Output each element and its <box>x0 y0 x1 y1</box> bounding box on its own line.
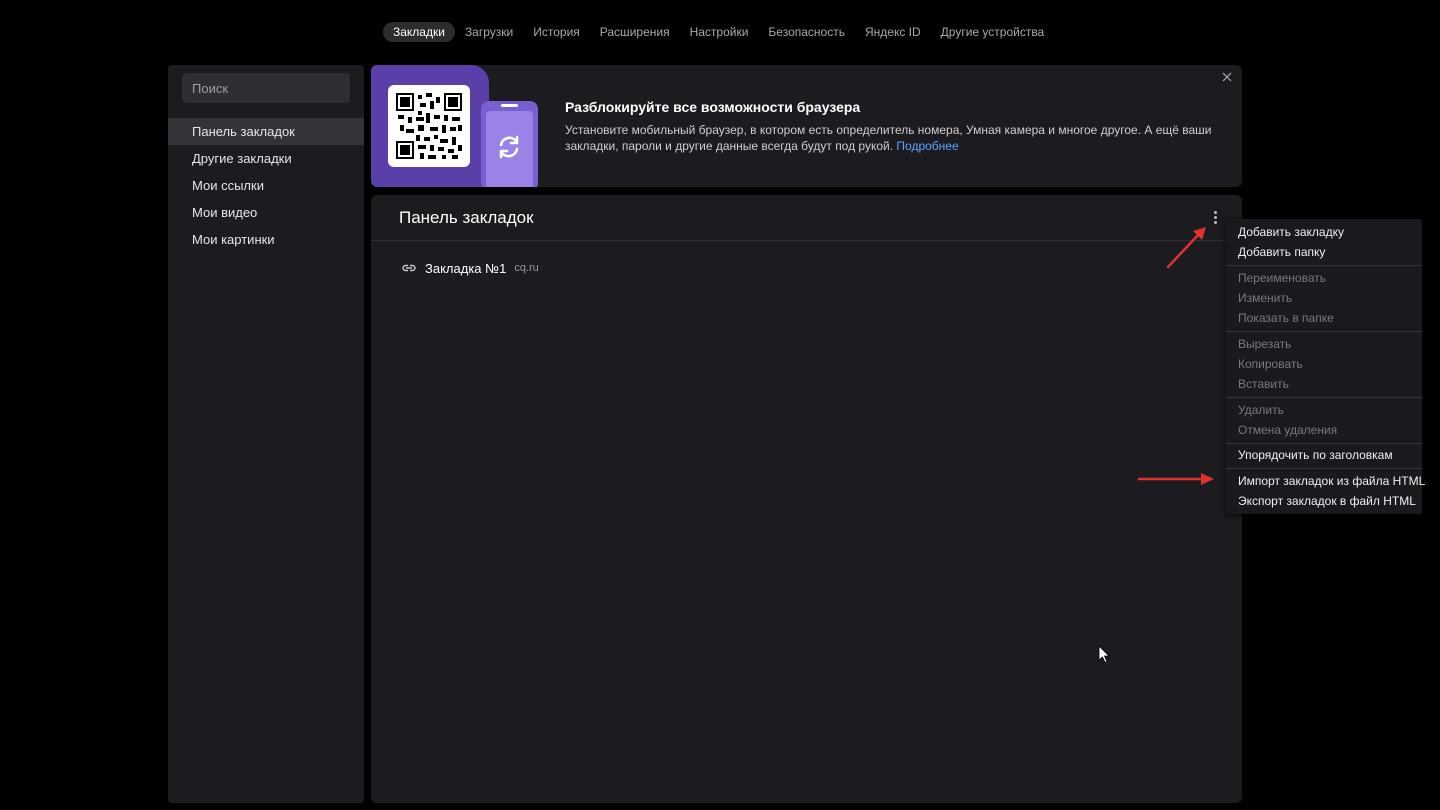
qr-code-icon <box>388 85 470 167</box>
bookmark-row[interactable]: Закладка №1 cq.ru <box>401 259 539 277</box>
more-options-icon[interactable] <box>1208 209 1222 227</box>
link-icon <box>402 264 416 272</box>
close-icon[interactable] <box>1220 70 1234 84</box>
tab-yandex-id[interactable]: Яндекс ID <box>855 22 931 42</box>
banner-description: Установите мобильный браузер, в котором … <box>565 123 1212 153</box>
banner-more-link[interactable]: Подробнее <box>896 139 958 153</box>
sidebar-item-other-bookmarks[interactable]: Другие закладки <box>168 145 364 172</box>
sidebar-item-my-images[interactable]: Мои картинки <box>168 226 364 253</box>
menu-import-html[interactable]: Импорт закладок из файла HTML <box>1238 472 1425 490</box>
tab-downloads[interactable]: Загрузки <box>455 22 523 42</box>
bookmark-title: Закладка №1 <box>425 260 507 276</box>
menu-cut[interactable]: Вырезать <box>1238 335 1291 353</box>
menu-separator <box>1226 397 1422 398</box>
tab-extensions[interactable]: Расширения <box>590 22 680 42</box>
tab-security[interactable]: Безопасность <box>758 22 855 42</box>
menu-separator <box>1226 331 1422 332</box>
menu-show-in-folder[interactable]: Показать в папке <box>1238 309 1334 327</box>
sidebar-list: Панель закладок Другие закладки Мои ссыл… <box>168 118 364 253</box>
banner-title: Разблокируйте все возможности браузера <box>565 99 861 115</box>
menu-export-html[interactable]: Экспорт закладок в файл HTML <box>1238 492 1416 510</box>
menu-separator <box>1226 443 1422 444</box>
tab-history[interactable]: История <box>523 22 590 42</box>
banner-illustration <box>371 65 489 187</box>
top-navigation: Закладки Загрузки История Расширения Нас… <box>383 22 1054 42</box>
menu-copy[interactable]: Копировать <box>1238 355 1303 373</box>
bookmarks-panel: Панель закладок Закладка №1 cq.ru <box>371 195 1242 803</box>
search-input[interactable] <box>182 73 350 103</box>
phone-icon <box>481 101 538 187</box>
sidebar: Панель закладок Другие закладки Мои ссыл… <box>168 65 364 803</box>
menu-add-folder[interactable]: Добавить папку <box>1238 243 1325 261</box>
menu-rename[interactable]: Переименовать <box>1238 269 1326 287</box>
bookmark-url: cq.ru <box>514 262 539 274</box>
divider <box>371 240 1242 241</box>
menu-edit[interactable]: Изменить <box>1238 289 1292 307</box>
tab-settings[interactable]: Настройки <box>680 22 759 42</box>
tab-bookmarks[interactable]: Закладки <box>383 22 455 42</box>
sidebar-item-my-links[interactable]: Мои ссылки <box>168 172 364 199</box>
context-menu: Добавить закладку Добавить папку Переиме… <box>1226 219 1425 514</box>
menu-separator <box>1226 265 1422 266</box>
sidebar-item-my-videos[interactable]: Мои видео <box>168 199 364 226</box>
banner-text: Установите мобильный браузер, в котором … <box>565 122 1225 154</box>
menu-delete[interactable]: Удалить <box>1238 401 1284 419</box>
sync-icon <box>499 135 519 159</box>
promo-banner: Разблокируйте все возможности браузера У… <box>371 65 1242 187</box>
menu-paste[interactable]: Вставить <box>1238 375 1289 393</box>
sidebar-item-bookmarks-bar[interactable]: Панель закладок <box>168 118 364 145</box>
menu-sort-by-title[interactable]: Упорядочить по заголовкам <box>1238 446 1393 464</box>
page-title: Панель закладок <box>399 208 534 227</box>
menu-undo-delete[interactable]: Отмена удаления <box>1238 421 1337 439</box>
tab-other-devices[interactable]: Другие устройства <box>931 22 1055 42</box>
menu-add-bookmark[interactable]: Добавить закладку <box>1238 223 1344 241</box>
menu-separator <box>1226 468 1422 469</box>
